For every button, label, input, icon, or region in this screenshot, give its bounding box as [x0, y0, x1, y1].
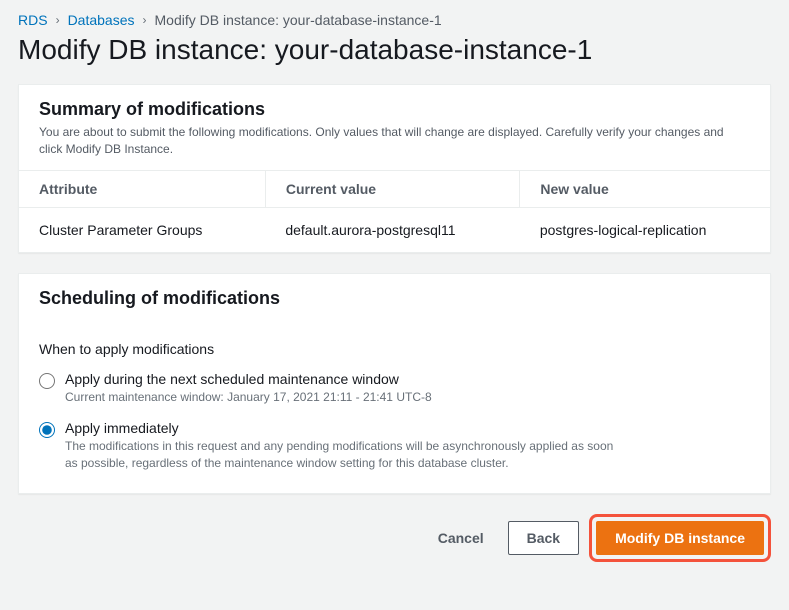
apply-maintenance-hint: Current maintenance window: January 17, … — [65, 389, 432, 406]
breadcrumb-rds[interactable]: RDS — [18, 12, 48, 28]
cell-current: default.aurora-postgresql11 — [265, 207, 520, 252]
back-button[interactable]: Back — [508, 521, 579, 555]
col-current: Current value — [265, 170, 520, 207]
apply-maintenance-radio[interactable] — [39, 373, 55, 389]
when-to-apply-label: When to apply modifications — [39, 341, 750, 357]
breadcrumb-current: Modify DB instance: your-database-instan… — [155, 12, 442, 28]
apply-immediately-label: Apply immediately — [65, 420, 625, 436]
modify-db-instance-button[interactable]: Modify DB instance — [596, 521, 764, 555]
summary-heading: Summary of modifications — [39, 99, 750, 120]
scheduling-heading: Scheduling of modifications — [39, 288, 750, 309]
breadcrumb: RDS › Databases › Modify DB instance: yo… — [18, 12, 771, 28]
apply-maintenance-label: Apply during the next scheduled maintena… — [65, 371, 432, 387]
chevron-right-icon: › — [143, 13, 147, 27]
summary-description: You are about to submit the following mo… — [39, 124, 750, 158]
col-attribute: Attribute — [19, 170, 265, 207]
apply-immediately-radio[interactable] — [39, 422, 55, 438]
col-new: New value — [520, 170, 770, 207]
cancel-button[interactable]: Cancel — [424, 522, 498, 554]
scheduling-panel: Scheduling of modifications When to appl… — [18, 273, 771, 494]
highlight-box: Modify DB instance — [589, 514, 771, 562]
breadcrumb-databases[interactable]: Databases — [68, 12, 135, 28]
cell-attribute: Cluster Parameter Groups — [19, 207, 265, 252]
table-row: Cluster Parameter Groups default.aurora-… — [19, 207, 770, 252]
apply-immediately-hint: The modifications in this request and an… — [65, 438, 625, 473]
apply-immediately-option[interactable]: Apply immediately The modifications in t… — [39, 420, 750, 473]
cell-new: postgres-logical-replication — [520, 207, 770, 252]
page-title: Modify DB instance: your-database-instan… — [18, 34, 771, 66]
modifications-table: Attribute Current value New value Cluste… — [19, 170, 770, 252]
apply-maintenance-option[interactable]: Apply during the next scheduled maintena… — [39, 371, 750, 406]
action-row: Cancel Back Modify DB instance — [18, 514, 771, 562]
chevron-right-icon: › — [56, 13, 60, 27]
summary-panel: Summary of modifications You are about t… — [18, 84, 771, 253]
